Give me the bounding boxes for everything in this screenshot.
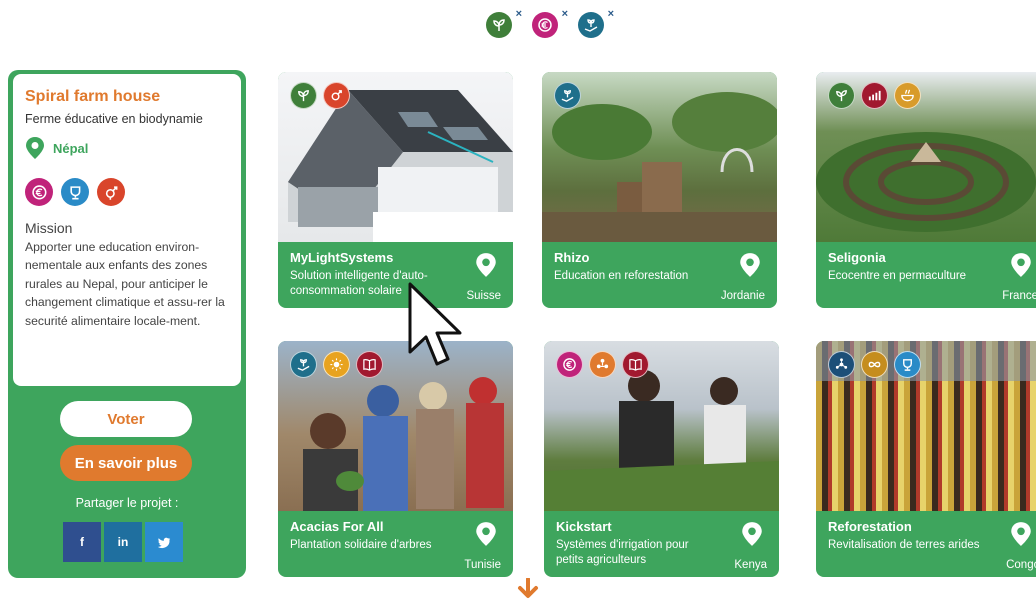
euro-icon [538, 18, 552, 32]
seedling-icon [828, 82, 855, 109]
hand-plant-icon [554, 82, 581, 109]
project-categories [828, 351, 921, 378]
infinity-icon [861, 351, 888, 378]
card-country: Suisse [466, 290, 501, 302]
map-pin-icon [476, 253, 496, 277]
map-pin-icon [740, 253, 760, 277]
facebook-share-button[interactable]: f [63, 522, 101, 562]
twitter-icon [157, 537, 170, 548]
filter-chip-hand-plant[interactable]: × [578, 8, 614, 38]
location-label: Népal [53, 140, 89, 156]
euro-icon [556, 351, 583, 378]
card-country: Jordanie [720, 290, 765, 302]
linkedin-icon: in [117, 535, 129, 549]
project-card[interactable]: Rhizo Education en reforestation Jordani… [542, 72, 777, 308]
remove-filter-icon[interactable]: × [608, 8, 614, 20]
card-band: Acacias For All Plantation solidaire d'a… [278, 511, 513, 577]
share-buttons: f in [63, 522, 183, 562]
map-pin-icon [742, 522, 762, 546]
project-categories [290, 351, 383, 378]
vote-button[interactable]: Voter [60, 401, 192, 437]
card-title: Reforestation [828, 519, 912, 534]
trophy-icon [61, 178, 89, 206]
project-categories [290, 82, 350, 109]
project-subtitle: Ferme éducative en biodynamie [25, 112, 203, 126]
people-icon [589, 351, 616, 378]
remove-filter-icon[interactable]: × [516, 8, 522, 20]
card-band: Reforestation Revitalisation de terres a… [816, 511, 1036, 577]
card-band: Kickstart Systèmes d'irrigation pour pet… [544, 511, 779, 577]
mission-heading: Mission [25, 220, 73, 236]
card-country: Congo [1006, 559, 1036, 571]
mission-text: Apporter une education environ-nementale… [25, 240, 225, 328]
hand-plant-icon [584, 19, 598, 32]
facebook-icon: f [80, 535, 84, 549]
active-filters: × × × [486, 8, 614, 38]
linkedin-share-button[interactable]: in [104, 522, 142, 562]
mouse-cursor-icon [408, 282, 462, 366]
seedling-icon [493, 19, 505, 31]
project-card[interactable]: Kickstart Systèmes d'irrigation pour pet… [544, 341, 779, 577]
book-icon [622, 351, 649, 378]
card-band: MyLightSystems Solution intelligente d'a… [278, 242, 513, 308]
map-pin-icon [1011, 522, 1031, 546]
card-title: Rhizo [554, 250, 590, 265]
project-card[interactable]: Seligonia Ecocentre en permaculture Fran… [816, 72, 1036, 308]
project-title: Spiral farm house [25, 88, 161, 105]
twitter-share-button[interactable] [145, 522, 183, 562]
filter-chip-euro[interactable]: × [532, 8, 568, 38]
card-subtitle: Systèmes d'irrigation pour petits agricu… [556, 539, 689, 566]
sun-icon [323, 351, 350, 378]
project-location: Népal [25, 136, 229, 160]
growth-chart-icon [861, 82, 888, 109]
project-card[interactable]: Reforestation Revitalisation de terres a… [816, 341, 1036, 577]
network-icon [828, 351, 855, 378]
card-title: MyLightSystems [290, 250, 394, 265]
card-country: France [1002, 290, 1036, 302]
card-country: Tunisie [464, 559, 501, 571]
project-categories [554, 82, 581, 109]
project-card[interactable]: Acacias For All Plantation solidaire d'a… [278, 341, 513, 577]
share-label: Partager le projet : [75, 496, 179, 510]
bowl-icon [894, 82, 921, 109]
project-categories [25, 178, 229, 206]
project-detail-panel: Spiral farm house Ferme éducative en bio… [8, 70, 246, 578]
card-band: Rhizo Education en reforestation Jordani… [542, 242, 777, 308]
gender-icon [323, 82, 350, 109]
card-subtitle: Plantation solidaire d'arbres [290, 539, 432, 551]
project-categories [556, 351, 649, 378]
filter-chip-seedling[interactable]: × [486, 8, 522, 38]
hand-plant-icon [290, 351, 317, 378]
card-subtitle: Revitalisation de terres arides [828, 539, 980, 551]
card-country: Kenya [734, 559, 767, 571]
project-categories [828, 82, 921, 109]
trophy-icon [894, 351, 921, 378]
card-title: Kickstart [556, 519, 612, 534]
card-title: Acacias For All [290, 519, 384, 534]
arrow-down-icon[interactable] [514, 578, 542, 600]
map-pin-icon [476, 522, 496, 546]
project-card[interactable]: MyLightSystems Solution intelligente d'a… [278, 72, 513, 308]
card-subtitle: Ecocentre en permaculture [828, 270, 967, 282]
map-pin-icon [1011, 253, 1031, 277]
card-subtitle: Education en reforestation [554, 270, 689, 282]
remove-filter-icon[interactable]: × [562, 8, 568, 20]
card-band: Seligonia Ecocentre en permaculture Fran… [816, 242, 1036, 308]
learn-more-button[interactable]: En savoir plus [60, 445, 192, 481]
gender-icon [97, 178, 125, 206]
project-info: Spiral farm house Ferme éducative en bio… [13, 74, 241, 386]
euro-icon [25, 178, 53, 206]
seedling-icon [290, 82, 317, 109]
map-pin-icon [26, 137, 44, 159]
card-title: Seligonia [828, 250, 886, 265]
book-icon [356, 351, 383, 378]
